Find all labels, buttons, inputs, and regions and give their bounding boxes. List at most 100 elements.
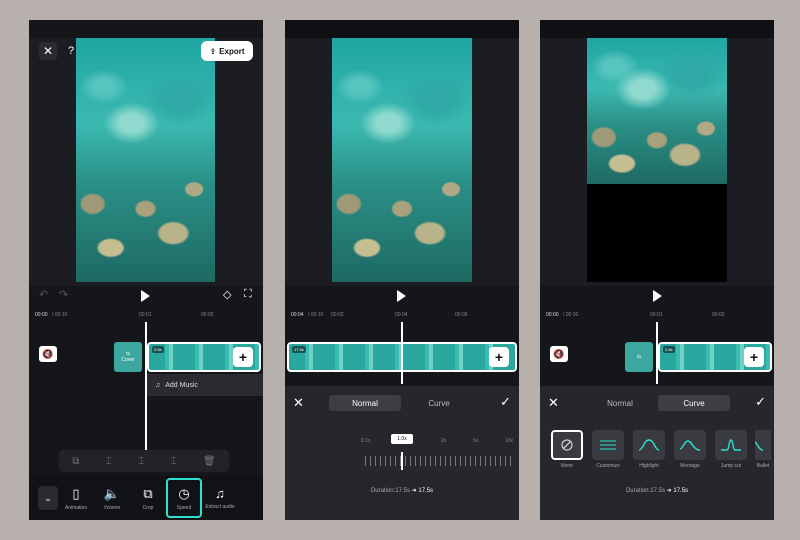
arrow-icon: ➜ [666,488,672,494]
music-icon: ♫ [155,381,161,389]
ruler-mark: 00:04 [395,312,408,318]
preset-label: Customize [596,463,620,469]
bottom-toolbar: ⌄ ▯ Animation 🔈 Volume ⧉ Crop ◷ Speed ♫ … [29,476,263,520]
speed-slider[interactable] [365,456,515,466]
preset-label: Montage [680,463,700,469]
add-icon: + [494,349,504,365]
tab-curve[interactable]: Curve [403,395,475,411]
tool-animation[interactable]: ▯ Animation [58,478,94,518]
video-preview [76,38,215,282]
cover-button[interactable]: ⇆ [625,342,653,372]
close-icon[interactable]: ✕ [293,395,304,411]
speed-slider-handle[interactable] [401,452,403,470]
ruler-mark: 00:02 [201,312,214,318]
speed-mark: 2x [441,438,447,444]
add-clip-button[interactable]: + [233,347,253,367]
split-icon[interactable]: ⌶ [138,456,144,467]
export-button[interactable]: ⇪ Export [201,41,253,61]
bullet-curve-icon [755,441,764,451]
tool-label: Animation [64,504,88,511]
preset-label: Jump cut [720,463,742,469]
check-icon[interactable]: ✓ [500,394,511,410]
fullscreen-icon[interactable]: ⛶ [244,288,252,301]
speed-icon: ◷ [178,485,190,501]
duration-label: Duration:17.5s [370,488,410,494]
top-bar [285,20,519,38]
letterbox-area [587,184,727,282]
playback-controls [285,286,519,306]
close-icon[interactable]: ✕ [548,395,559,411]
speed-mark: 0.1x [361,438,371,444]
tab-normal[interactable]: Normal [584,395,656,411]
close-button[interactable]: ✕ [39,42,57,60]
add-icon: + [749,349,759,365]
export-icon: ⇪ [209,46,217,56]
preset-label: None [561,463,573,469]
mute-icon: 🔇 [42,348,54,359]
check-icon[interactable]: ✓ [755,394,766,410]
cover-button[interactable]: ⇆ Cover [114,342,142,372]
highlight-curve-icon [638,439,660,451]
clip-duration: 2.6s [152,346,164,353]
add-music-button[interactable]: ♫ Add Music [147,374,263,396]
duration-value: 17.5s [673,488,689,494]
cover-label: Cover [121,357,135,363]
play-icon[interactable] [653,290,662,302]
add-clip-button[interactable]: + [489,347,509,367]
screen-speed-curve: 00:00 / 00:10 00:01 00:02 🔇 ⇆ 2.6s + ✕ N… [540,20,774,520]
tool-speed[interactable]: ◷ Speed [166,478,202,518]
export-label: Export [219,46,245,56]
selected-speed: 1.0x [391,434,413,444]
split-right-icon[interactable]: ⌶ [171,456,177,467]
preset-bullet[interactable]: Bullet [755,430,771,469]
video-preview [332,38,472,282]
help-icon: ? [67,45,75,57]
play-icon[interactable] [141,290,150,302]
timeline-ruler: 00:00 / 00:10 00:01 00:02 [29,310,263,322]
split-left-icon[interactable]: ⌶ [106,456,112,467]
chevron-down-icon: ⌄ [44,492,52,503]
timeline-ruler: 00:04 / 00:10 00:02 00:04 00:06 [285,310,519,322]
mute-button[interactable]: 🔇 [39,346,57,362]
add-clip-button[interactable]: + [744,347,764,367]
volume-icon: 🔈 [103,485,121,501]
total-time: / 00:10 [308,312,324,318]
crop-icon: ⧉ [143,485,153,501]
tab-curve[interactable]: Curve [658,395,730,411]
extract-audio-icon: ♫ [215,486,225,501]
collapse-button[interactable]: ⌄ [38,486,58,510]
playhead[interactable] [656,322,658,384]
tool-extract-audio[interactable]: ♫ Extract audio [202,478,238,518]
playhead[interactable] [401,322,403,384]
mute-button[interactable]: 🔇 [550,346,568,362]
copy-icon[interactable]: ⧉ [72,456,79,467]
tab-normal[interactable]: Normal [329,395,401,411]
duration-value: 17.5s [418,488,434,494]
tool-volume[interactable]: 🔈 Volume [94,478,130,518]
undo-icon[interactable]: ↶ [39,288,48,301]
screen-speed-normal: 00:04 / 00:10 00:02 00:04 00:06 17.5s + … [285,20,519,520]
duration-readout: Duration:17.5s ➜ 17.5s [285,487,519,494]
keyframe-icon[interactable]: ◇ [223,288,231,301]
none-icon [561,439,573,451]
current-time: 00:00 [546,312,559,318]
play-icon[interactable] [397,290,406,302]
help-button[interactable]: ? [64,42,78,60]
video-preview [587,38,727,184]
redo-icon[interactable]: ↷ [59,288,68,301]
speed-mark: 10x [505,438,514,444]
ruler-mark: 00:02 [712,312,725,318]
total-time: / 00:10 [563,312,579,318]
preset-jump-cut[interactable]: Jump cut [714,430,748,469]
current-time: 00:04 [291,312,304,318]
tool-crop[interactable]: ⧉ Crop [130,478,166,518]
duration-label: Duration:17.5s [625,488,665,494]
delete-icon[interactable]: 🗑 [203,456,216,467]
clip-duration: 17.5s [292,346,306,353]
preset-highlight[interactable]: Highlight [632,430,666,469]
preset-montage[interactable]: Montage [673,430,707,469]
cover-icon: ⇆ [636,354,642,360]
preset-none[interactable]: None [550,430,584,469]
preset-customize[interactable]: Customize [591,430,625,469]
playback-controls: ↶ ↷ ◇ ⛶ [29,286,263,306]
